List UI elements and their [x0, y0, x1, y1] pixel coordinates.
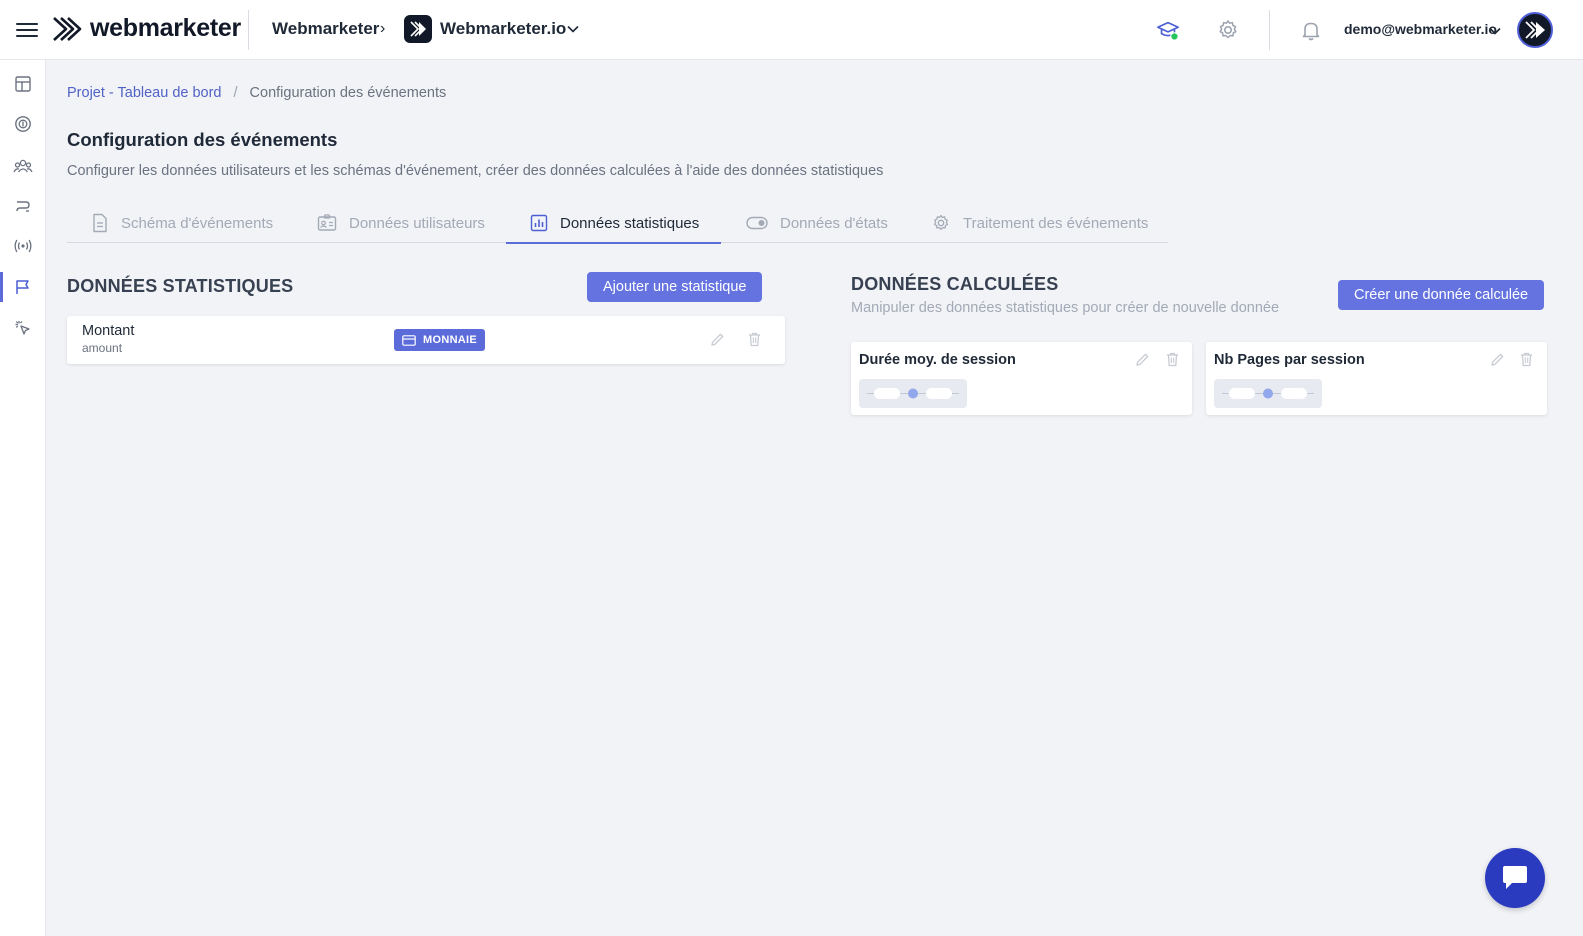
- avatar[interactable]: [1517, 12, 1553, 48]
- computed-data-card[interactable]: Nb Pages par session: [1206, 342, 1547, 415]
- tab-event-processing[interactable]: Traitement des événements: [931, 203, 1148, 243]
- tab-user-data[interactable]: Données utilisateurs: [317, 203, 485, 243]
- add-statistic-button[interactable]: Ajouter une statistique: [587, 272, 763, 302]
- organization-name[interactable]: Webmarketer: [272, 19, 379, 39]
- divider: [1269, 10, 1270, 50]
- sidebar-item-flows[interactable]: [0, 191, 46, 221]
- tab-state-data[interactable]: Données d'états: [746, 203, 888, 243]
- credit-card-icon: [402, 334, 416, 346]
- broadcast-icon: [14, 239, 32, 253]
- dashboard-icon: [15, 76, 31, 92]
- sidebar-item-audience[interactable]: [0, 151, 46, 181]
- bar-chart-icon: [530, 214, 548, 232]
- money-icon: [15, 116, 31, 132]
- computed-section-title: DONNÉES CALCULÉES: [851, 274, 1059, 294]
- top-bar: webmarketer Webmarketer › Webmarketer.io…: [0, 0, 1583, 60]
- gear-icon: [933, 214, 949, 230]
- chevron-right-icon: ›: [380, 20, 386, 37]
- sidebar-item-dashboard[interactable]: [0, 69, 46, 99]
- computed-data-name: Nb Pages par session: [1214, 352, 1365, 368]
- click-icon: [15, 321, 30, 335]
- tab-statistics[interactable]: Données statistiques: [506, 203, 722, 244]
- sidebar-item-tracking[interactable]: [0, 231, 46, 261]
- id-card-icon: [317, 214, 337, 231]
- breadcrumb-separator: /: [233, 85, 238, 101]
- flow-icon: [16, 201, 30, 212]
- chevron-down-icon[interactable]: [566, 22, 580, 36]
- formula-preview: [1214, 379, 1322, 408]
- statistic-row[interactable]: Montant amount MONNAIE: [67, 316, 785, 364]
- tab-label: Données utilisateurs: [349, 214, 485, 232]
- sidebar-item-clicks[interactable]: [0, 313, 46, 343]
- tab-label: Données d'états: [780, 214, 888, 232]
- edit-icon[interactable]: [710, 332, 725, 347]
- sidebar-item-events[interactable]: [0, 272, 46, 302]
- brand-logo[interactable]: webmarketer: [52, 14, 241, 43]
- graduation-cap-icon[interactable]: [1156, 18, 1180, 42]
- edit-icon[interactable]: [1490, 352, 1505, 367]
- tab-label: Schéma d'événements: [121, 214, 274, 232]
- hamburger-menu-icon[interactable]: [16, 19, 38, 41]
- flag-icon: [16, 280, 29, 294]
- computed-data-name: Durée moy. de session: [859, 352, 1016, 368]
- divider: [248, 10, 249, 50]
- computed-data-card[interactable]: Durée moy. de session: [851, 342, 1192, 415]
- tab-label: Traitement des événements: [963, 214, 1149, 232]
- badge-label: MONNAIE: [423, 334, 478, 346]
- tab-event-schema[interactable]: Schéma d'événements: [91, 203, 273, 243]
- logo-chevrons-icon: [53, 16, 82, 41]
- document-icon: [93, 213, 107, 233]
- breadcrumb-current: Configuration des événements: [249, 85, 447, 101]
- sidebar: [0, 60, 46, 936]
- gear-icon[interactable]: [1216, 18, 1240, 42]
- user-menu[interactable]: demo@webmarketer.io: [1344, 21, 1497, 37]
- brand-name: webmarketer: [90, 14, 241, 42]
- trash-icon[interactable]: [1520, 352, 1533, 367]
- project-logo-icon: [404, 15, 432, 43]
- statistics-section-title: DONNÉES STATISTIQUES: [67, 276, 294, 296]
- create-computed-data-button[interactable]: Créer une donnée calculée: [1338, 280, 1545, 310]
- chevron-down-icon[interactable]: [1488, 24, 1502, 38]
- sidebar-item-revenue[interactable]: [0, 109, 46, 139]
- page-title: Configuration des événements: [67, 129, 338, 150]
- trash-icon[interactable]: [748, 332, 761, 347]
- project-selector[interactable]: Webmarketer.io: [440, 19, 566, 39]
- trash-icon[interactable]: [1166, 352, 1179, 367]
- audience-icon: [13, 159, 33, 173]
- page-subtitle: Configurer les données utilisateurs et l…: [67, 163, 884, 179]
- formula-nodes-icon: [867, 388, 959, 399]
- formula-nodes-icon: [1222, 388, 1314, 399]
- breadcrumb: Projet - Tableau de bord / Configuration…: [67, 85, 446, 101]
- tab-label: Données statistiques: [560, 214, 700, 232]
- formula-preview: [859, 379, 967, 408]
- toggle-icon: [746, 216, 768, 230]
- bell-icon[interactable]: [1299, 18, 1323, 42]
- chat-bubble-icon: [1503, 866, 1527, 889]
- tab-bar: Schéma d'événements Données utilisateurs…: [67, 203, 1168, 244]
- edit-icon[interactable]: [1135, 352, 1150, 367]
- currency-type-badge: MONNAIE: [394, 329, 486, 351]
- statistic-key: amount: [82, 341, 123, 355]
- statistic-name: Montant: [82, 323, 135, 339]
- computed-section-subtitle: Manipuler des données statistiques pour …: [851, 300, 1280, 316]
- breadcrumb-link-dashboard[interactable]: Projet - Tableau de bord: [67, 85, 222, 101]
- chat-launcher-button[interactable]: [1485, 848, 1545, 908]
